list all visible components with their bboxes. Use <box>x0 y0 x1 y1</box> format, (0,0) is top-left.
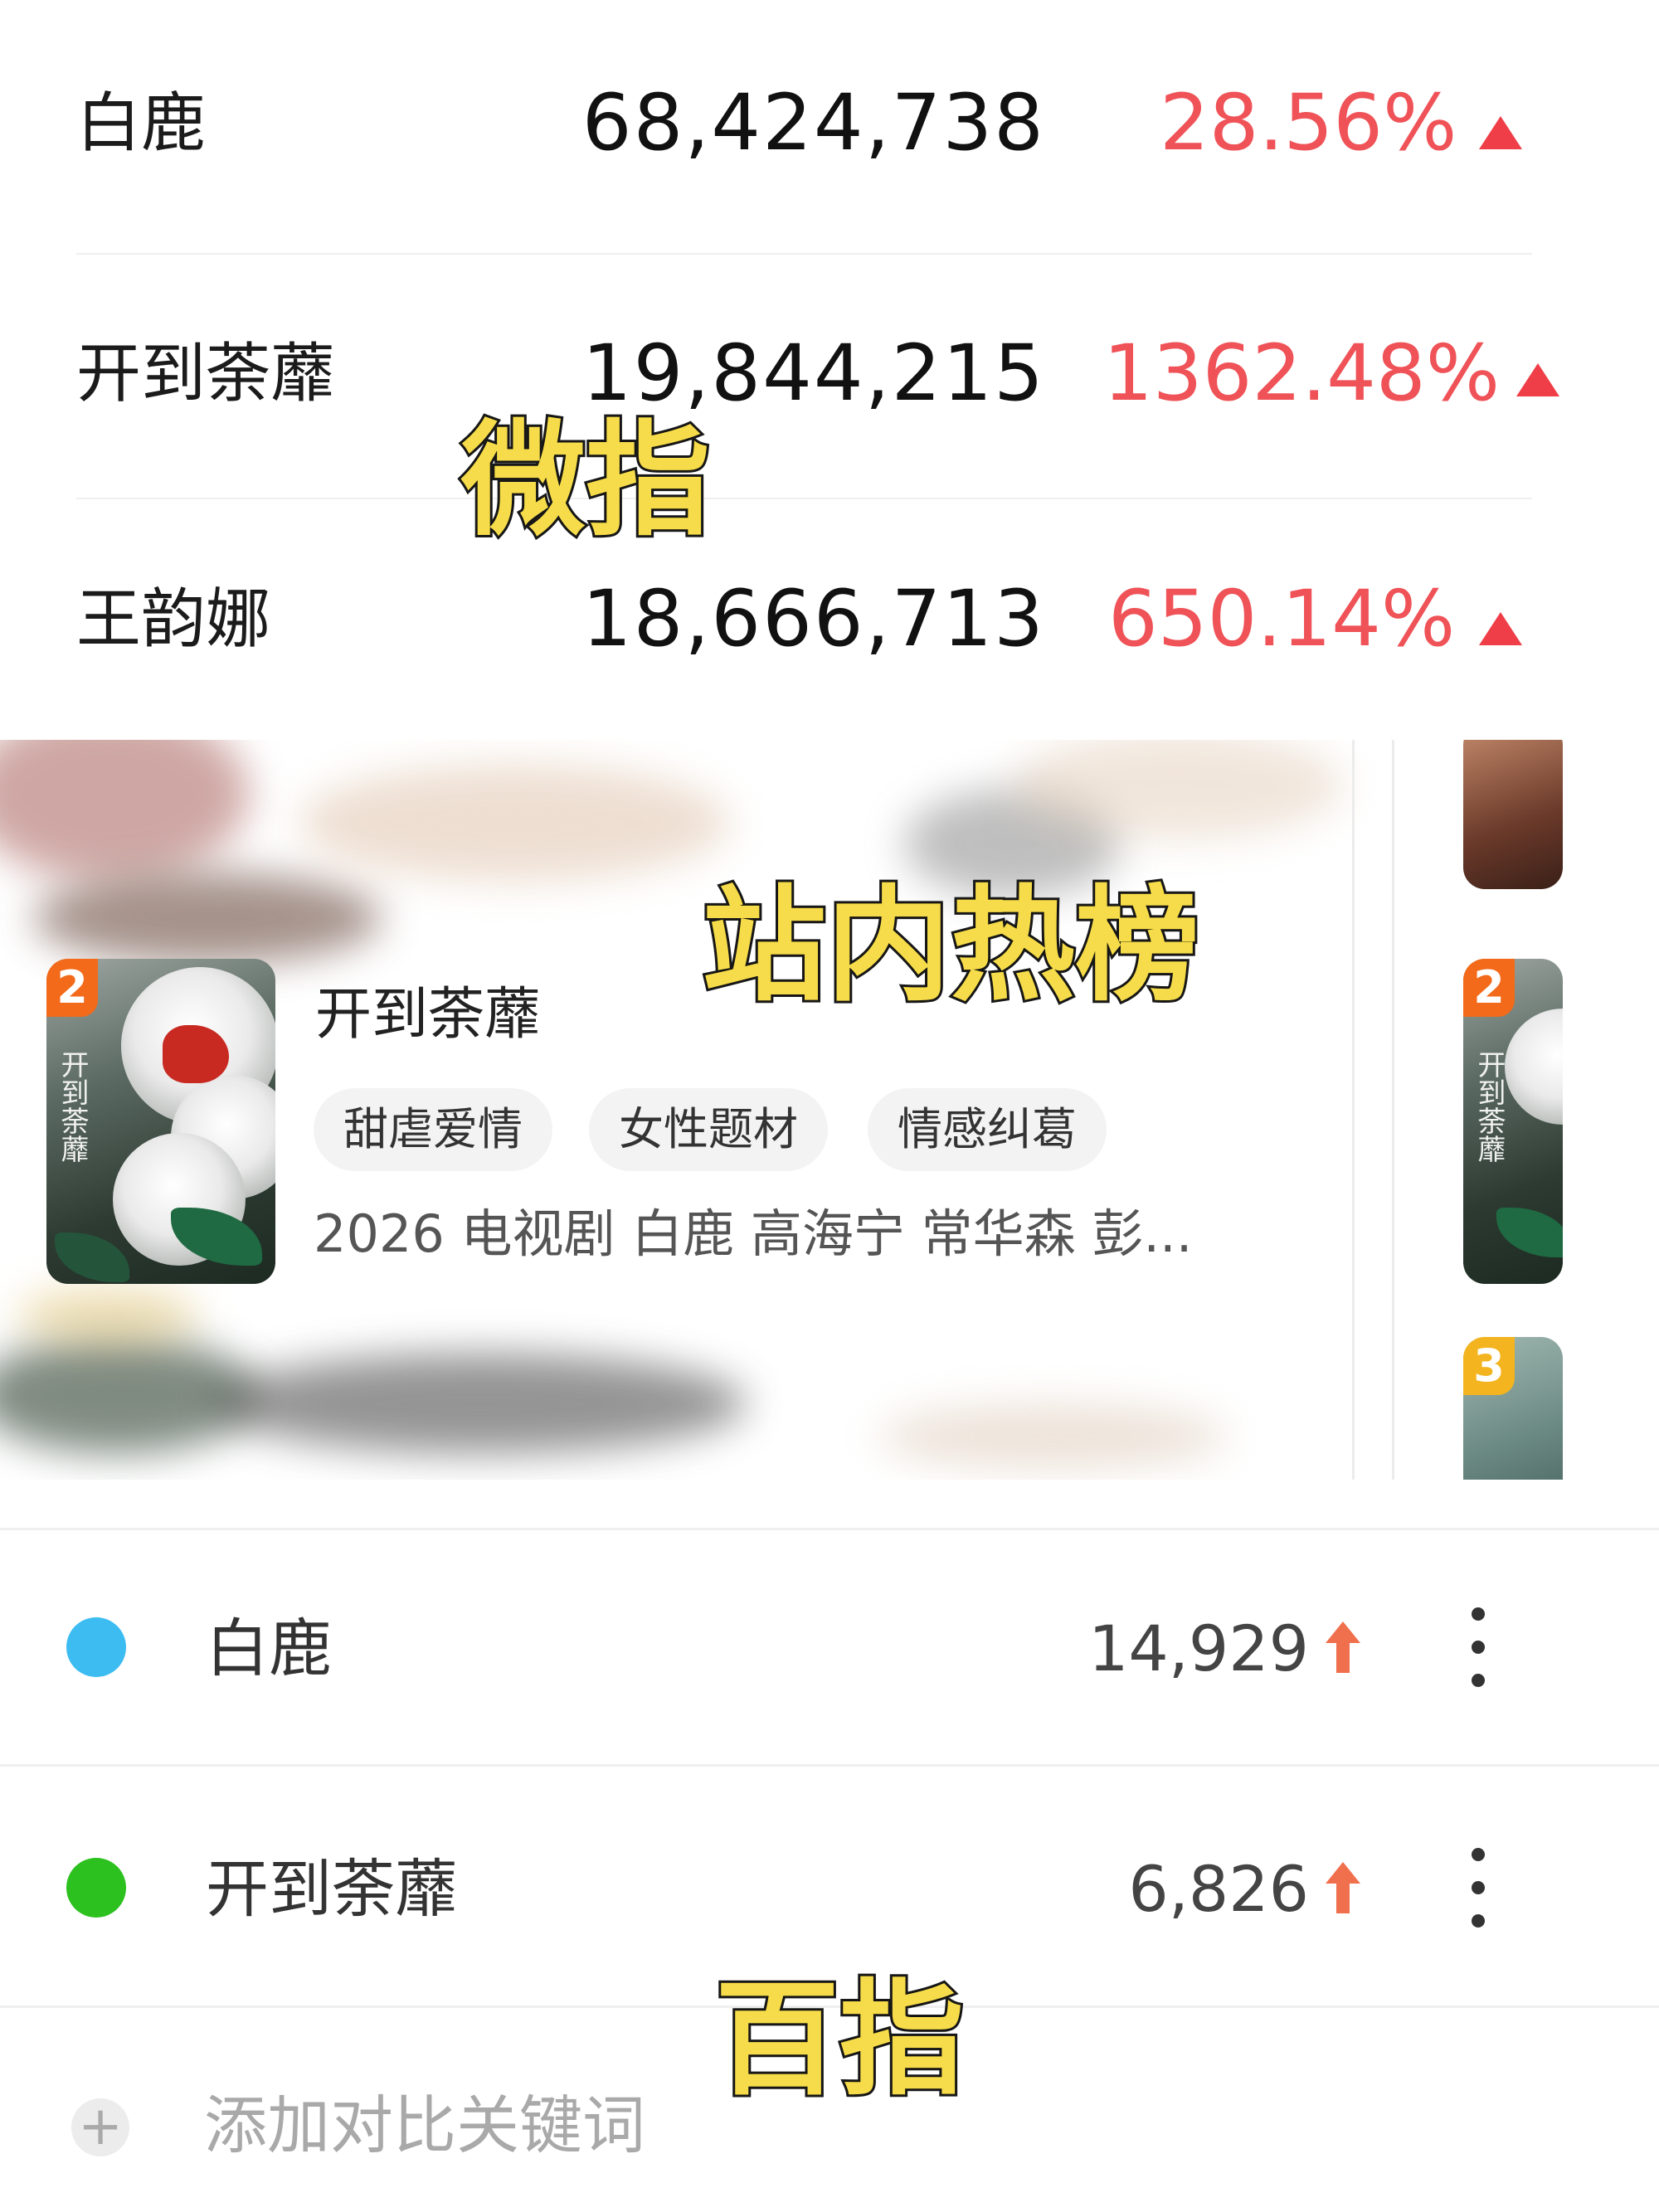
show-title: 开到荼蘼 <box>315 982 542 1048</box>
rank-badge: 3 <box>1463 1337 1515 1395</box>
trend-up-icon <box>1516 363 1559 396</box>
add-icon: + <box>71 2098 129 2156</box>
add-compare-keyword-label: 添加对比关键词 <box>204 2088 645 2162</box>
blurred-thumbnail <box>879 1403 1228 1470</box>
weizhi-row[interactable]: 白鹿 68,424,738 28.56% <box>0 85 1659 340</box>
change-percent: 650.14% <box>1108 574 1456 664</box>
row-divider <box>0 1764 1659 1767</box>
index-value: 19,844,215 <box>581 328 1045 419</box>
keyword-name: 王韵娜 <box>76 582 271 657</box>
rank-badge: 2 <box>1463 959 1515 1017</box>
trend-up-icon <box>1479 612 1522 645</box>
row-divider <box>76 253 1532 255</box>
index-value: 18,666,713 <box>581 574 1045 664</box>
keyword-name: 开到荼蘼 <box>76 337 336 411</box>
blurred-thumbnail <box>33 873 382 964</box>
trend-up-icon <box>1479 116 1522 149</box>
blurred-thumbnail <box>0 740 249 881</box>
blurred-thumbnail <box>216 1354 747 1453</box>
index-value: 68,424,738 <box>581 78 1045 168</box>
more-options-icon[interactable] <box>1472 1607 1485 1707</box>
column-divider <box>1392 740 1394 1480</box>
genre-tag[interactable]: 女性题材 <box>589 1088 828 1171</box>
change-percent: 1362.48% <box>1103 328 1501 419</box>
trend-up-arrow-icon <box>1326 1621 1360 1673</box>
change-percent: 28.56% <box>1160 78 1457 168</box>
caption-weizhi: 微指 <box>459 409 713 553</box>
show-meta: 2026 电视剧 白鹿 高海宁 常华森 彭... <box>314 1203 1193 1264</box>
poster-calligraphy: 开到荼蘼 <box>1472 1050 1506 1163</box>
caption-baizhi: 百指 <box>713 1968 966 2112</box>
series-color-dot <box>66 1617 126 1677</box>
side-poster[interactable]: 3 <box>1463 1337 1563 1480</box>
show-poster: 开到荼蘼 2 <box>46 959 275 1284</box>
index-value: 14,929 <box>1088 1612 1309 1685</box>
more-options-icon[interactable] <box>1472 1848 1485 1947</box>
trend-up-arrow-icon <box>1326 1862 1360 1913</box>
series-color-dot <box>66 1858 126 1918</box>
index-value: 6,826 <box>1128 1852 1309 1926</box>
blurred-thumbnail <box>17 1287 199 1345</box>
keyword-name: 白鹿 <box>76 86 207 161</box>
hot-list-panel: 开到荼蘼 2 开到荼蘼 甜虐爱情 女性题材 情感纠葛 2026 电视剧 白鹿 高… <box>0 740 1659 1480</box>
keyword-name: 开到荼蘼 <box>206 1852 458 1926</box>
side-poster[interactable] <box>1463 740 1563 889</box>
genre-tag[interactable]: 情感纠葛 <box>868 1088 1107 1171</box>
caption-hot-list: 站内热榜 <box>699 874 1202 1018</box>
side-poster[interactable]: 开到荼蘼 2 <box>1463 959 1563 1284</box>
section-divider <box>0 1528 1659 1530</box>
weizhi-row[interactable]: 开到荼蘼 19,844,215 1362.48% <box>0 335 1659 591</box>
row-divider <box>76 498 1532 499</box>
genre-tag[interactable]: 甜虐爱情 <box>314 1088 552 1171</box>
rank-badge: 2 <box>46 959 98 1017</box>
poster-calligraphy: 开到荼蘼 <box>56 1050 89 1163</box>
blurred-thumbnail <box>299 765 730 881</box>
keyword-name: 白鹿 <box>206 1612 332 1685</box>
column-divider <box>1352 740 1355 1480</box>
